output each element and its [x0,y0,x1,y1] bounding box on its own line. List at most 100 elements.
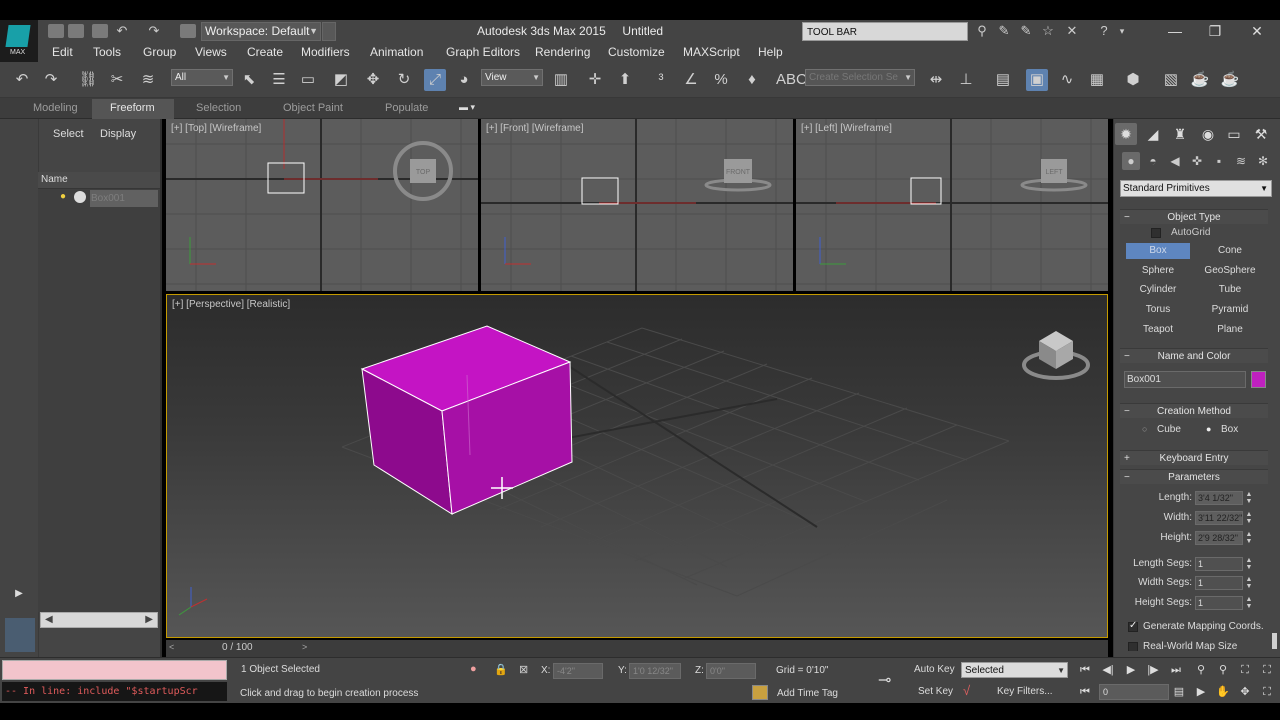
previous-frame-icon[interactable]: ◀| [1099,662,1117,678]
add-time-tag[interactable]: Add Time Tag [777,688,838,699]
place-icon[interactable]: ◕ [453,69,475,91]
menu-item-customize[interactable]: Customize [608,45,665,59]
time-prev-icon[interactable]: < [169,642,174,652]
display-panel-icon[interactable]: ▭ [1223,123,1245,145]
curve-editor-icon[interactable]: ∿ [1056,69,1078,91]
menu-item-graph-editors[interactable]: Graph Editors [446,45,520,59]
box-button[interactable]: Box [1126,243,1190,259]
pivot-icon[interactable]: ▥ [550,69,572,91]
maximize-viewport-icon[interactable]: ⛶ [1258,684,1276,700]
save-file-icon[interactable] [92,24,108,38]
move-icon[interactable]: ✥ [362,69,384,91]
unlink-icon[interactable]: ✂ [106,69,128,91]
select-by-name-icon[interactable]: ☰ [268,69,290,91]
height-input[interactable]: 2'9 28/32" [1195,531,1243,545]
list-item[interactable]: Box001 [90,190,158,207]
zoom-icon[interactable]: ⚲ [1192,662,1210,678]
restore-icon[interactable]: ❐ [1200,22,1230,40]
workspace-selector[interactable]: Workspace: Default ▼ [201,22,321,41]
help-icon[interactable]: ? [1096,23,1112,39]
geometry-icon[interactable]: ● [1122,152,1140,170]
close-icon[interactable]: ✕ [1242,22,1272,40]
schematic-view-icon[interactable]: ▦ [1086,69,1108,91]
render-icon[interactable]: ☕ [1219,69,1241,91]
torus-button[interactable]: Torus [1126,302,1190,318]
layer-explorer-icon[interactable]: ▤ [992,69,1014,91]
rollout-name-and-color[interactable]: − Name and Color [1120,348,1268,363]
render-setup-icon[interactable]: ▧ [1160,69,1182,91]
box001-mesh[interactable] [360,325,573,515]
zoom-all-icon[interactable]: ⚲ [1214,662,1232,678]
cameras-icon[interactable]: ✜ [1188,152,1206,170]
create-panel-icon[interactable]: ✹ [1115,123,1137,145]
object-name-input[interactable]: Box001 [1124,371,1246,388]
radio-cube[interactable]: ○ [1142,424,1147,434]
maxscript-listener-input[interactable] [2,660,227,680]
zoom-extents-all-icon[interactable]: ⛶ [1258,662,1276,678]
height-spinner[interactable]: ▲ ▼ [1245,531,1253,545]
panel-scrollbar[interactable] [1272,633,1277,649]
rotate-icon[interactable]: ↻ [393,69,415,91]
subscription-icon[interactable]: ✎ [996,23,1012,39]
cone-button[interactable]: Cone [1198,243,1262,259]
viewport-label-perspective[interactable]: [+] [Perspective] [Realistic] [172,299,290,310]
maxscript-listener-output[interactable]: -- In line: include "$startupScr [2,682,227,701]
rollout-keyboard-entry[interactable]: + Keyboard Entry [1120,450,1268,465]
length-segs-spinner[interactable]: ▲ ▼ [1245,557,1253,571]
auto-key-button[interactable]: Auto Key [914,664,955,675]
menu-item-edit[interactable]: Edit [52,45,73,59]
menu-item-animation[interactable]: Animation [370,45,423,59]
menu-item-tools[interactable]: Tools [93,45,121,59]
object-color-swatch[interactable] [1251,371,1266,388]
length-spinner[interactable]: ▲ ▼ [1245,491,1253,505]
lock-icon[interactable]: 🔒 [494,663,508,676]
radio-box[interactable]: ● [1206,424,1211,434]
scale-icon[interactable]: ⤢ [424,69,446,91]
explorer-tab-select[interactable]: Select [53,128,84,140]
absolute-mode-icon[interactable]: ⊠ [519,663,528,676]
lights-icon[interactable]: ◀ [1166,152,1184,170]
width-spinner[interactable]: ▲ ▼ [1245,511,1253,525]
plane-button[interactable]: Plane [1198,322,1262,338]
tab-freeform[interactable]: Freeform [110,102,155,114]
horizontal-scrollbar[interactable]: ◀ ▶ [40,612,158,628]
viewport-left[interactable]: LEFT [+] [Left] [Wireframe] [796,119,1108,291]
tab-selection[interactable]: Selection [196,102,241,114]
viewport-perspective[interactable]: [+] [Perspective] [Realistic] [166,294,1108,638]
time-next-icon[interactable]: > [302,642,307,652]
isolate-icon[interactable]: ● [470,663,477,675]
search-input[interactable]: TOOL BAR [802,22,968,41]
systems-icon[interactable]: ✻ [1254,152,1272,170]
viewport-label-left[interactable]: [+] [Left] [Wireframe] [801,123,892,134]
angle-snap-icon[interactable]: ∠ [680,69,702,91]
hierarchy-panel-icon[interactable]: ♜ [1169,123,1191,145]
zoom-extents-icon[interactable]: ⛶ [1236,662,1254,678]
time-tag-icon[interactable] [752,685,768,700]
tab-object-paint[interactable]: Object Paint [283,102,343,114]
material-editor-icon[interactable]: ⬢ [1122,69,1144,91]
new-scene-icon[interactable] [48,24,64,38]
menu-item-modifiers[interactable]: Modifiers [301,45,350,59]
undo-quick-icon[interactable]: ↶ [114,23,130,39]
field-of-view-icon[interactable]: ▶ [1192,684,1210,700]
keyboard-shortcut-icon[interactable]: ⬆ [614,69,636,91]
reference-coord-dropdown[interactable]: View ▼ [481,69,543,86]
edit-named-selections-icon[interactable]: ABC [776,69,807,91]
key-mode-dropdown[interactable]: Selected ▼ [961,662,1068,678]
next-frame-icon[interactable]: |▶ [1144,662,1162,678]
key-mode-toggle-icon[interactable]: ⏮ [1076,684,1094,700]
utilities-panel-icon[interactable]: ⚒ [1250,123,1272,145]
set-key-mode-icon[interactable]: ⊸ [878,670,891,690]
goto-start-icon[interactable]: ⏮ [1076,662,1094,678]
length-segs-input[interactable]: 1 [1195,557,1243,571]
undo-icon[interactable]: ↶ [11,69,33,91]
window-crossing-icon[interactable]: ◩ [330,69,352,91]
menu-item-create[interactable]: Create [247,45,283,59]
workspace-menu-button[interactable] [322,22,336,41]
link-icon[interactable]: ⛓ [77,69,99,91]
project-folder-icon[interactable] [180,24,196,38]
snaps-icon[interactable]: ³ [650,69,672,91]
help-dropdown-icon[interactable]: ▾ [1114,23,1130,39]
width-input[interactable]: 3'11 22/32" [1195,511,1243,525]
tab-populate[interactable]: Populate [385,102,428,114]
